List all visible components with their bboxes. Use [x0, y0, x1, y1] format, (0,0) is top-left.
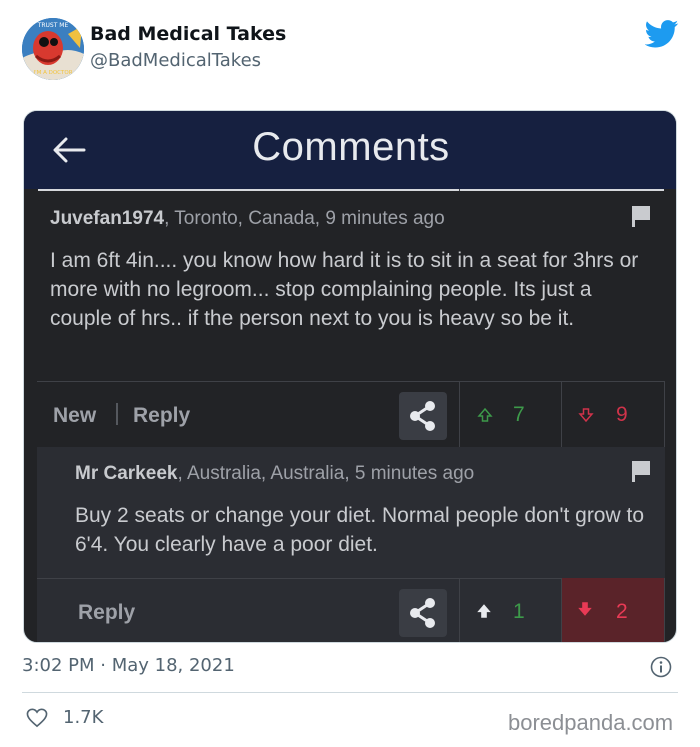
downvote-count: 9 [616, 403, 628, 426]
comments-header: Comments [24, 111, 676, 189]
share-button[interactable] [399, 392, 447, 440]
comment-author[interactable]: Mr Carkeek [75, 463, 177, 484]
heart-icon[interactable] [26, 708, 48, 728]
embedded-screenshot: Comments Juvefan1974, Toronto, Canada, 9… [23, 110, 677, 643]
display-name[interactable]: Bad Medical Takes [90, 23, 286, 45]
twitter-bird-icon [645, 20, 679, 48]
user-handle[interactable]: @BadMedicalTakes [90, 50, 261, 71]
comment-body: Buy 2 seats or change your diet. Normal … [75, 504, 644, 556]
downvote-outline-icon[interactable] [578, 407, 594, 423]
upvote-count: 7 [513, 403, 525, 426]
info-icon[interactable] [650, 656, 672, 678]
reply-button[interactable]: Reply [78, 601, 135, 625]
comments-title: Comments [252, 125, 450, 169]
share-icon [410, 598, 435, 628]
share-button[interactable] [399, 589, 447, 637]
tweet-timestamp[interactable]: 3:02 PM · May 18, 2021 [22, 655, 235, 676]
comment-meta: Juvefan1974, Toronto, Canada, 9 minutes … [50, 208, 445, 229]
downvote-count: 2 [616, 600, 628, 623]
flag-icon[interactable] [630, 460, 652, 482]
downvote-icon[interactable] [576, 600, 594, 618]
comment-author[interactable]: Juvefan1974 [50, 208, 164, 229]
like-count: 1.7K [63, 707, 104, 728]
share-icon [410, 401, 435, 431]
header-divider [38, 189, 664, 191]
svg-text:I'M A DOCTOR: I'M A DOCTOR [33, 70, 72, 76]
footer-divider [22, 692, 678, 693]
watermark: boredpanda.com [508, 710, 674, 735]
comment-body: I am 6ft 4in.... you know how hard it is… [50, 249, 639, 330]
upvote-outline-icon[interactable] [477, 407, 493, 423]
reply-button[interactable]: Reply [133, 404, 190, 428]
avatar[interactable]: TRUST ME I'M A DOCTOR [22, 18, 84, 80]
row-divider [37, 381, 665, 382]
upvote-count: 1 [513, 600, 525, 623]
action-separator [116, 403, 118, 425]
svg-text:TRUST ME: TRUST ME [37, 22, 69, 29]
new-button[interactable]: New [53, 404, 96, 428]
flag-icon[interactable] [630, 205, 652, 227]
comment-meta: Mr Carkeek, Australia, Australia, 5 minu… [75, 463, 475, 484]
upvote-icon[interactable] [475, 602, 493, 620]
